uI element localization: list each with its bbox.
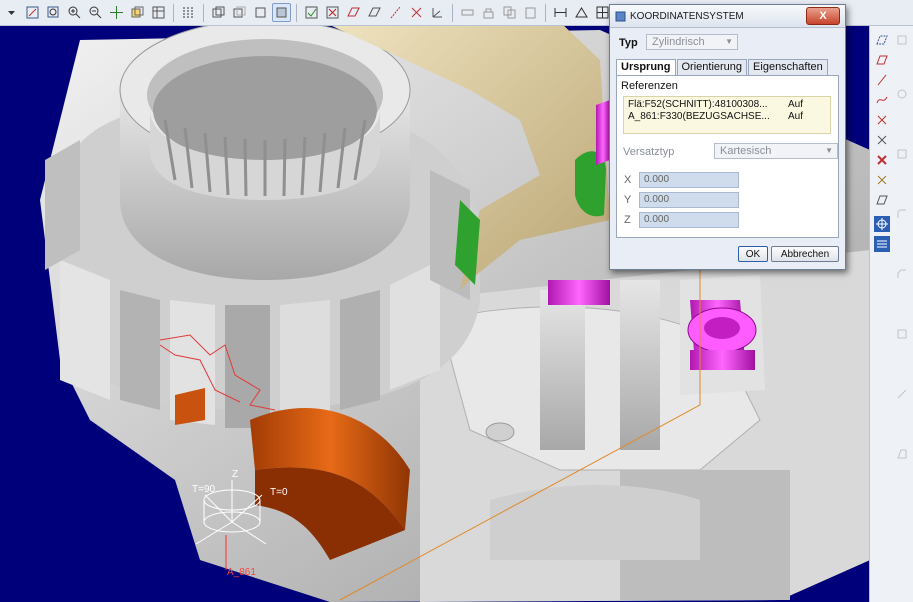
- extrude-icon: [894, 32, 910, 48]
- axis-icon[interactable]: [386, 3, 405, 22]
- point-red-icon[interactable]: [874, 112, 890, 128]
- csys-label-t0: T=0: [270, 487, 288, 498]
- hole-icon: [894, 146, 910, 162]
- draft-icon: [894, 446, 910, 462]
- round-icon: [894, 206, 910, 222]
- rib-icon: [894, 386, 910, 402]
- toolbar-separator: [452, 3, 453, 22]
- chevron-down-icon: ▼: [825, 146, 833, 155]
- analysis-grid-icon[interactable]: [874, 236, 890, 252]
- toolbar-separator: [203, 3, 204, 22]
- type-label: Typ: [619, 37, 638, 49]
- reference-item-1-name[interactable]: Flä:F52(SCHNITT):48100308...: [628, 99, 768, 110]
- tab-orientierung[interactable]: Orientierung: [676, 59, 748, 75]
- cancel-icon[interactable]: [323, 3, 342, 22]
- right-toolbar: [869, 26, 913, 602]
- type-select[interactable]: Zylindrisch ▼: [646, 34, 738, 50]
- target-icon[interactable]: [874, 216, 890, 232]
- no-hidden-icon[interactable]: [251, 3, 270, 22]
- field-point-icon[interactable]: [874, 172, 890, 188]
- z-field[interactable]: 0.000: [639, 212, 739, 228]
- spline-hub[interactable]: [119, 19, 411, 280]
- hidden-line-icon[interactable]: [230, 3, 249, 22]
- datum-plane-icon[interactable]: [874, 32, 890, 48]
- curve-icon[interactable]: [874, 92, 890, 108]
- x-label: X: [624, 174, 632, 186]
- zoom-window-icon[interactable]: [44, 3, 63, 22]
- type-select-value: Zylindrisch: [652, 36, 705, 48]
- close-button[interactable]: X: [806, 7, 840, 25]
- close-icon: X: [819, 10, 827, 22]
- triangle-icon[interactable]: [572, 3, 591, 22]
- sketch-point-icon[interactable]: [874, 132, 890, 148]
- toolbar-separator: [545, 3, 546, 22]
- csys-icon[interactable]: [428, 3, 447, 22]
- edit-icon[interactable]: [23, 3, 42, 22]
- tab-ursprung[interactable]: Ursprung: [616, 59, 676, 76]
- reference-item-2-state[interactable]: Auf: [788, 111, 803, 122]
- chevron-down-icon: ▼: [725, 37, 733, 46]
- offset-type-select[interactable]: Kartesisch ▼: [714, 143, 838, 159]
- lock-icon[interactable]: [479, 3, 498, 22]
- wireframe-icon[interactable]: [209, 3, 228, 22]
- zoom-in-icon[interactable]: [65, 3, 84, 22]
- offset-type-value: Kartesisch: [720, 145, 772, 157]
- accept-icon[interactable]: [302, 3, 321, 22]
- dropdown-icon[interactable]: [2, 3, 21, 22]
- shading-icon[interactable]: [272, 3, 291, 22]
- axis-red-icon[interactable]: [874, 72, 890, 88]
- shell-icon: [894, 326, 910, 342]
- reference-item-2-name[interactable]: A_861:F330(BEZUGSACHSE...: [628, 111, 770, 122]
- y-label: Y: [624, 194, 632, 206]
- csys-dialog: KOORDINATENSYSTEM X Typ Zylindrisch ▼ Ur…: [609, 4, 846, 270]
- cancel-button[interactable]: Abbrechen: [771, 246, 839, 262]
- toolbar-separator: [173, 3, 174, 22]
- plane-red-icon[interactable]: [874, 52, 890, 68]
- x-field[interactable]: 0.000: [639, 172, 739, 188]
- paste-icon[interactable]: [521, 3, 540, 22]
- z-label: Z: [624, 214, 631, 226]
- datum-display-icon[interactable]: [179, 3, 198, 22]
- reference-item-1-state[interactable]: Auf: [788, 99, 803, 110]
- chamfer-icon: [894, 266, 910, 282]
- zoom-out-icon[interactable]: [86, 3, 105, 22]
- measure-icon[interactable]: [551, 3, 570, 22]
- dialog-tabs: Ursprung Orientierung Eigenschaften: [616, 59, 829, 76]
- offset-type-label: Versatztyp: [623, 146, 675, 158]
- tab-eigenschaften[interactable]: Eigenschaften: [748, 59, 828, 75]
- pan-icon[interactable]: [107, 3, 126, 22]
- ok-button[interactable]: OK: [738, 246, 768, 262]
- origin-panel: Referenzen Flä:F52(SCHNITT):48100308... …: [616, 75, 839, 238]
- csys-dialog-icon: [615, 11, 626, 21]
- layers-icon[interactable]: [128, 3, 147, 22]
- analysis-icon[interactable]: [458, 3, 477, 22]
- axis-label: A_861: [227, 567, 256, 578]
- plane-icon[interactable]: [344, 3, 363, 22]
- revolve-icon: [894, 86, 910, 102]
- dialog-title: KOORDINATENSYSTEM: [630, 10, 744, 22]
- csys-label-t90: T=90: [192, 484, 216, 495]
- toolbar-separator: [296, 3, 297, 22]
- sketch-plane-icon[interactable]: [365, 3, 384, 22]
- references-list[interactable]: Flä:F52(SCHNITT):48100308... Auf A_861:F…: [623, 96, 831, 134]
- copy-icon[interactable]: [500, 3, 519, 22]
- view-manager-icon[interactable]: [149, 3, 168, 22]
- csys-label-z: Z: [232, 469, 239, 480]
- y-field[interactable]: 0.000: [639, 192, 739, 208]
- csys-tool-icon[interactable]: [874, 192, 890, 208]
- offset-point-icon[interactable]: [874, 152, 890, 168]
- references-label: Referenzen: [621, 80, 678, 92]
- point-icon[interactable]: [407, 3, 426, 22]
